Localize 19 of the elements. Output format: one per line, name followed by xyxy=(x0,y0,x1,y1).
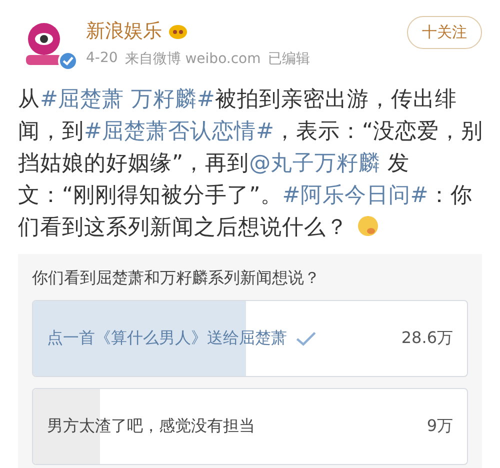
hashtag-link[interactable]: #屈楚萧 万籽麟# xyxy=(40,87,215,112)
post-source: 来自微博 weibo.com xyxy=(124,50,261,68)
vote-count: 9万 xyxy=(426,416,453,437)
vote-count: 28.6万 xyxy=(401,328,453,349)
option-label: 点一首《算什么男人》送给屈楚萧 xyxy=(47,328,287,349)
hashtag-link[interactable]: #阿乐今日问# xyxy=(282,183,428,208)
hashtag-link[interactable]: @丸子万籽麟 xyxy=(249,151,381,176)
post-date: 4-20 xyxy=(86,50,118,68)
author-name[interactable]: 新浪娱乐 xyxy=(86,18,162,44)
option-label: 男方太渣了吧，感觉没有担当 xyxy=(47,416,255,437)
check-icon xyxy=(295,330,317,346)
hashtag-link[interactable]: #屈楚萧否认恋情# xyxy=(84,119,274,144)
emoji-icon xyxy=(356,214,380,238)
follow-button[interactable]: 十关注 xyxy=(407,16,482,49)
edited-label: 已编辑 xyxy=(268,50,310,68)
poll-question: 你们看到屈楚萧和万籽麟系列新闻想说？ xyxy=(32,268,321,289)
poll-option[interactable]: 男方太渣了吧，感觉没有担当 9万 xyxy=(32,388,468,465)
poll-option[interactable]: 点一首《算什么男人》送给屈楚萧 28.6万 xyxy=(32,300,468,377)
post-text: 从#屈楚萧 万籽麟#被拍到亲密出游，传出绯闻，到#屈楚萧否认恋情#，表示：“没恋爱，别挡姑娘的好姻缘”，再到@丸子万籽麟 发文：“刚刚得知被分手了”。#阿乐今日问#：你们看到这系列新闻之后想说什么？ xyxy=(18,86,484,242)
